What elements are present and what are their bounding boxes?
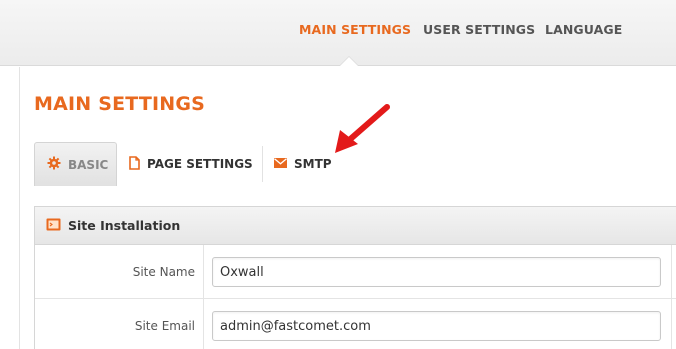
subtab-separator [262, 146, 263, 182]
page-title: MAIN SETTINGS [34, 93, 206, 115]
column-divider [203, 245, 204, 299]
left-divider [19, 67, 20, 349]
subtab-page-settings-label: PAGE SETTINGS [147, 157, 253, 171]
panel-header: Site Installation [35, 207, 676, 245]
subtab-smtp[interactable]: SMTP [274, 142, 332, 186]
topnav-main-settings[interactable]: MAIN SETTINGS [299, 22, 411, 37]
site-name-label: Site Name [132, 265, 195, 279]
envelope-icon [274, 157, 287, 171]
subtab-page-settings[interactable]: PAGE SETTINGS [129, 142, 253, 186]
panel-title: Site Installation [68, 218, 181, 233]
topnav-language[interactable]: LANGUAGE [545, 22, 622, 37]
monitor-icon [46, 216, 61, 235]
site-email-input[interactable] [212, 311, 661, 341]
subtab-smtp-label: SMTP [294, 157, 332, 171]
column-divider [203, 299, 204, 349]
settings-subtabs: BASIC PAGE SETTINGS SMTP [34, 142, 364, 188]
site-name-input[interactable] [212, 257, 661, 287]
topnav-user-settings[interactable]: USER SETTINGS [423, 22, 535, 37]
column-divider [671, 245, 672, 299]
form-row-site-email: Site Email [35, 299, 676, 349]
subtab-basic[interactable]: BASIC [34, 142, 117, 186]
top-navigation: MAIN SETTINGS USER SETTINGS LANGUAGE [0, 0, 676, 62]
site-installation-panel: Site Installation Site Name Site Email [34, 206, 676, 349]
page-icon [129, 155, 140, 173]
top-bar: MAIN SETTINGS USER SETTINGS LANGUAGE [0, 0, 676, 66]
gear-icon [47, 156, 61, 173]
subtab-basic-label: BASIC [68, 157, 109, 172]
column-divider [671, 299, 672, 349]
form-row-site-name: Site Name [35, 245, 676, 299]
site-email-label: Site Email [134, 319, 195, 333]
red-arrow-annotation [335, 104, 390, 153]
active-tab-caret [340, 57, 358, 66]
